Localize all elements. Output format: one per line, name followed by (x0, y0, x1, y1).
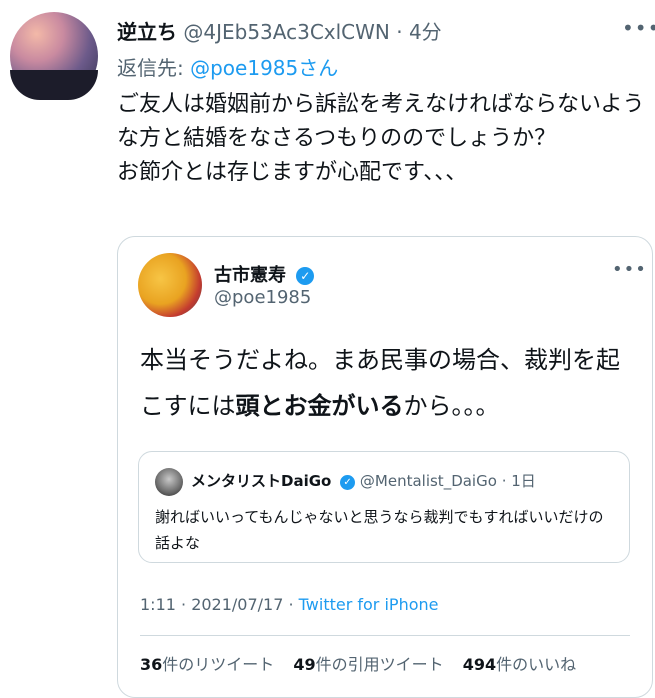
divider (140, 635, 630, 636)
author-name[interactable]: 逆立ち (117, 20, 177, 44)
inner-quoted-tweet[interactable]: メンタリストDaiGo ✓ @Mentalist_DaiGo · 1日 謝ればい… (138, 451, 630, 563)
more-icon[interactable]: ••• (622, 16, 655, 40)
quoted-text: 本当そうだよね。まあ民事の場合、裁判を起こすには頭とお金がいるから。。。 (140, 337, 640, 429)
quote-tweet-count[interactable]: 49件の引用ツイート (293, 655, 443, 674)
inner-quote-time[interactable]: 1日 (511, 472, 536, 490)
inner-quote-text: 謝ればいいってもんじゃないと思うなら裁判でもすればいいだけの話よな (155, 508, 604, 552)
quoted-author-handle[interactable]: @poe1985 (214, 287, 311, 308)
tweet-text-line: ご友人は婚姻前から訴訟を考えなければならないような方と結婚をなさるつもりののでし… (117, 92, 645, 151)
tweet-header: 逆立ち @4JEb53Ac3CxlCWN · 4分 (117, 16, 442, 45)
quoted-name-text: 古市憲寿 (214, 265, 286, 286)
inner-quote-dot: · (501, 472, 507, 490)
tweet-source[interactable]: Twitter for iPhone (299, 595, 439, 614)
retweet-count[interactable]: 36件のリツイート (140, 655, 274, 674)
inner-quote-name[interactable]: メンタリストDaiGo (191, 472, 331, 490)
like-count[interactable]: 494件のいいね (463, 655, 576, 674)
reply-prefix: 返信先: (117, 56, 184, 80)
inner-quote-handle[interactable]: @Mentalist_DaiGo (360, 472, 497, 490)
quoted-avatar[interactable] (138, 253, 202, 317)
tweet-text-line: お節介とは存じますが心配です、、、 (117, 160, 468, 185)
tweet-text: ご友人は婚姻前から訴訟を考えなければならないような方と結婚をなさるつもりののでし… (117, 88, 647, 190)
tweet-stats: 36件のリツイート 49件の引用ツイート 494件のいいね (140, 651, 590, 675)
card-more-icon[interactable]: ••• (612, 259, 647, 280)
quoted-text-part2: から。。。 (403, 392, 500, 420)
tweet-timestamp[interactable]: 1:11 · 2021/07/17 · (140, 595, 299, 614)
tweet-time[interactable]: 4分 (409, 20, 442, 44)
verified-badge-icon: ✓ (340, 475, 356, 490)
reply-to: 返信先: @poe1985さん (117, 52, 338, 81)
separator-dot: · (396, 20, 403, 44)
tweet-meta: 1:11 · 2021/07/17 · Twitter for iPhone (140, 595, 438, 614)
author-handle[interactable]: @4JEb53Ac3CxlCWN (183, 20, 390, 44)
quoted-text-bold1: 頭と (235, 392, 284, 420)
inner-quote-avatar[interactable] (155, 468, 183, 496)
reply-mention[interactable]: @poe1985さん (190, 56, 338, 80)
quoted-tweet-card[interactable]: 古市憲寿 ✓ @poe1985 ••• 本当そうだよね。まあ民事の場合、裁判を起… (117, 236, 653, 698)
quoted-author-name[interactable]: 古市憲寿 ✓ (214, 261, 315, 287)
verified-badge-icon: ✓ (296, 267, 315, 285)
quoted-text-bold2: お金がいる (283, 392, 404, 420)
tweet-avatar[interactable] (10, 12, 98, 100)
inner-quote-header: メンタリストDaiGo ✓ @Mentalist_DaiGo · 1日 (191, 470, 536, 491)
